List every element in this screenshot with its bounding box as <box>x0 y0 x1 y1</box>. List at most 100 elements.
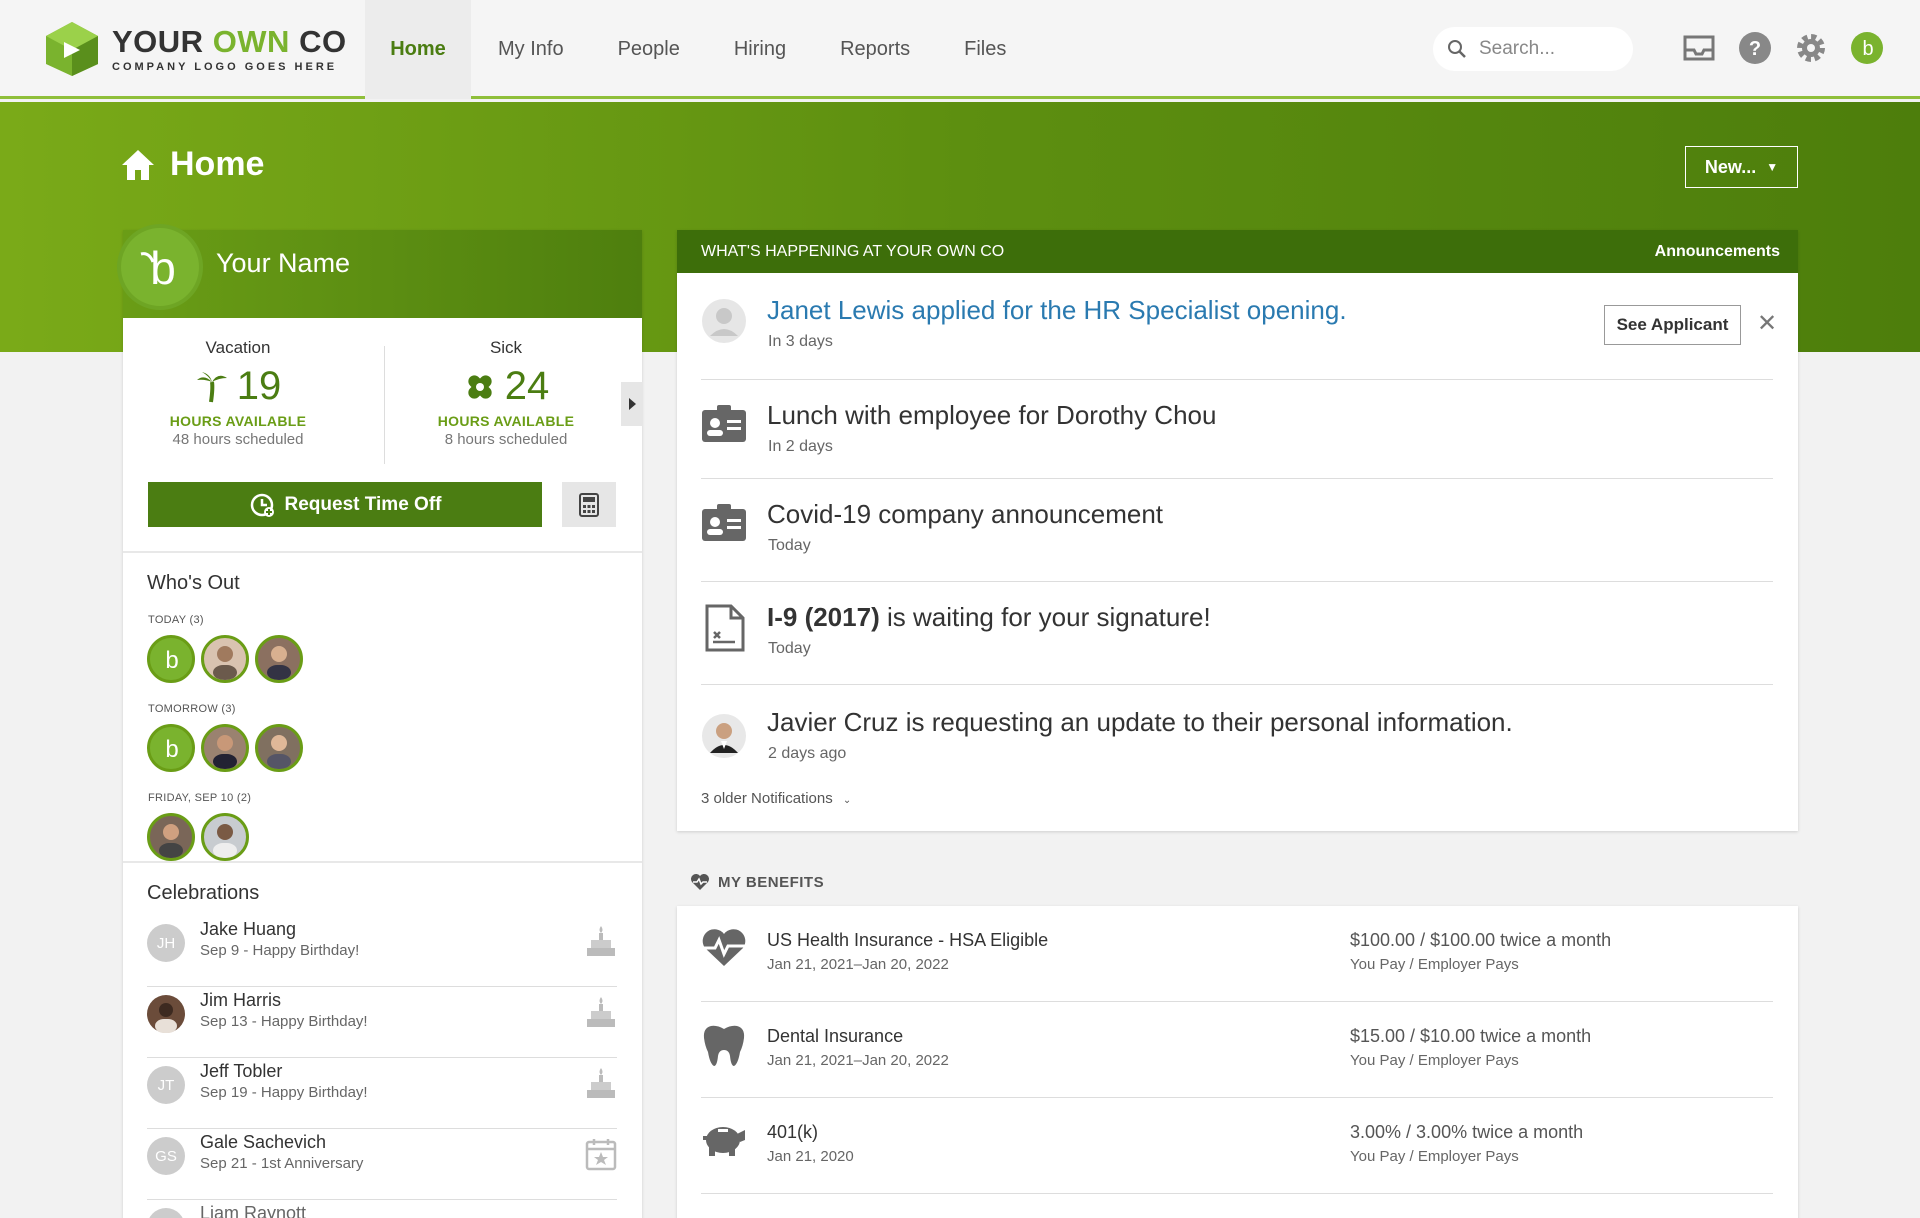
svg-text:b: b <box>1862 38 1873 60</box>
announcements-link[interactable]: Announcements <box>1655 243 1780 261</box>
avatar[interactable]: b <box>147 635 195 683</box>
notification-title[interactable]: I-9 (2017) is waiting for your signature… <box>767 602 1211 633</box>
tab-reports[interactable]: Reports <box>813 0 937 99</box>
user-avatar-icon[interactable]: b <box>1849 30 1885 66</box>
avatar[interactable] <box>147 813 195 861</box>
benefit-dates: Jan 21, 2020 <box>767 1148 854 1165</box>
whats-happening-title: WHAT'S HAPPENING AT YOUR OWN CO <box>701 242 1005 260</box>
person-photo-icon <box>159 824 183 858</box>
benefits-title-text: MY BENEFITS <box>718 873 825 891</box>
whos-out-title: Who's Out <box>147 572 240 594</box>
company-logo[interactable]: YOUR OWN CO COMPANY LOGO GOES HERE <box>42 20 347 78</box>
tab-home[interactable]: Home <box>365 0 471 99</box>
list-item[interactable]: Liam Raynott <box>147 1200 617 1218</box>
whos-out-friday-faces <box>147 813 249 861</box>
list-item[interactable]: JT Jeff Tobler Sep 19 - Happy Birthday! <box>147 1058 617 1129</box>
benefits-title: MY BENEFITS <box>690 873 824 891</box>
search-input[interactable]: Search... <box>1433 27 1633 71</box>
notification-title[interactable]: Covid-19 company announcement <box>767 499 1163 530</box>
celebration-name: Jeff Tobler <box>200 1061 283 1081</box>
notification-time: Today <box>768 640 811 657</box>
balance-units: HOURS AVAILABLE <box>169 413 307 429</box>
bamboo-b-icon: b <box>140 242 176 294</box>
avatar[interactable] <box>201 813 249 861</box>
sick-balance[interactable]: Sick 24 HOURS AVAILABLE 8 hours schedule… <box>391 338 621 448</box>
tooth-icon <box>701 1024 747 1073</box>
benefit-payers: You Pay / Employer Pays <box>1350 956 1519 973</box>
notification-title[interactable]: Janet Lewis applied for the HR Specialis… <box>767 295 1347 326</box>
avatar: JH <box>147 924 185 962</box>
list-item[interactable]: JH Jake Huang Sep 9 - Happy Birthday! <box>147 916 617 987</box>
benefit-name: Dental Insurance <box>767 1026 904 1046</box>
notification-item[interactable]: Javier Cruz is requesting an update to t… <box>701 685 1773 780</box>
page-title-text: Home <box>170 145 265 183</box>
notification-time: In 3 days <box>768 333 833 350</box>
gear-icon[interactable] <box>1793 30 1829 66</box>
piggy-bank-icon <box>701 1120 747 1165</box>
tab-my-info[interactable]: My Info <box>471 0 591 99</box>
whos-out-today-faces: b <box>147 635 303 683</box>
svg-text:b: b <box>150 242 176 294</box>
help-icon[interactable]: ? <box>1737 30 1773 66</box>
benefit-payers: You Pay / Employer Pays <box>1350 1148 1519 1165</box>
tab-files[interactable]: Files <box>937 0 1033 99</box>
document-sign-icon <box>705 604 745 657</box>
chevron-right-icon <box>621 382 643 426</box>
person-photo-icon <box>702 714 746 758</box>
document-name: I-9 (2017) <box>767 602 880 632</box>
inbox-icon[interactable] <box>1681 30 1717 66</box>
notification-title[interactable]: Lunch with employee for Dorothy Chou <box>767 400 1216 431</box>
older-notifications-label: 3 older Notifications <box>701 790 833 807</box>
whos-out-tomorrow-label: TOMORROW (3) <box>148 703 236 715</box>
notification-title[interactable]: Javier Cruz is requesting an update to t… <box>767 707 1513 738</box>
avatar[interactable] <box>201 724 249 772</box>
avatar[interactable] <box>255 724 303 772</box>
new-button[interactable]: New... ▼ <box>1685 146 1798 188</box>
benefit-dates: Jan 21, 2021–Jan 20, 2022 <box>767 1052 949 1069</box>
heart-pulse-icon <box>701 928 747 973</box>
id-card-icon <box>701 503 747 548</box>
svg-text:b: b <box>165 736 178 763</box>
celebration-name: Jake Huang <box>200 919 297 939</box>
whos-out-friday-label: FRIDAY, SEP 10 (2) <box>148 792 252 804</box>
avatar[interactable]: b <box>147 724 195 772</box>
table-row[interactable]: Dental Insurance Jan 21, 2021–Jan 20, 20… <box>701 1002 1773 1098</box>
notification-item[interactable]: I-9 (2017) is waiting for your signature… <box>701 582 1773 685</box>
balance-next-arrow[interactable] <box>621 382 643 431</box>
benefits-panel: US Health Insurance - HSA Eligible Jan 2… <box>677 906 1798 1218</box>
notification-item[interactable]: Lunch with employee for Dorothy Chou In … <box>701 380 1773 479</box>
request-time-off-label: Request Time Off <box>284 493 442 515</box>
list-item[interactable]: GS Gale Sachevich Sep 21 - 1st Anniversa… <box>147 1129 617 1200</box>
celebration-detail: Sep 19 - Happy Birthday! <box>200 1084 368 1101</box>
page-title: Home <box>120 145 264 184</box>
heart-pulse-icon <box>691 874 709 890</box>
whos-out-tomorrow-faces: b <box>147 724 303 772</box>
notification-item[interactable]: Covid-19 company announcement Today <box>701 479 1773 582</box>
avatar[interactable]: b <box>117 224 203 310</box>
balance-type: Sick <box>489 338 523 357</box>
notification-title-rest: is waiting for your signature! <box>879 602 1211 632</box>
tab-hiring[interactable]: Hiring <box>707 0 813 99</box>
vacation-balance[interactable]: Vacation 19 HOURS AVAILABLE 48 hours sch… <box>123 338 353 448</box>
list-item[interactable]: Jim Harris Sep 13 - Happy Birthday! <box>147 987 617 1058</box>
close-icon[interactable]: ✕ <box>1757 309 1777 338</box>
table-row[interactable]: US Health Insurance - HSA Eligible Jan 2… <box>701 906 1773 1002</box>
tab-people[interactable]: People <box>591 0 707 99</box>
calculator-button[interactable] <box>562 482 616 527</box>
notification-time: In 2 days <box>768 438 833 455</box>
clock-plus-icon <box>250 493 274 517</box>
avatar[interactable] <box>255 635 303 683</box>
profile-name[interactable]: Your Name <box>216 248 350 279</box>
see-applicant-button[interactable]: See Applicant <box>1604 305 1741 345</box>
logo-name-3: CO <box>289 23 347 59</box>
cake-icon <box>585 924 617 963</box>
benefit-name: 401(k) <box>767 1122 819 1142</box>
table-row[interactable]: 401(k) Jan 21, 2020 3.00% / 3.00% twice … <box>701 1098 1773 1194</box>
calendar-star-icon <box>585 1137 617 1176</box>
calculator-icon <box>579 492 599 517</box>
request-time-off-button[interactable]: Request Time Off <box>148 482 542 527</box>
avatar[interactable] <box>201 635 249 683</box>
older-notifications-link[interactable]: 3 older Notifications ⌄ <box>701 790 851 807</box>
bamboo-b-icon: b <box>165 647 178 674</box>
balance-type: Vacation <box>205 338 271 357</box>
